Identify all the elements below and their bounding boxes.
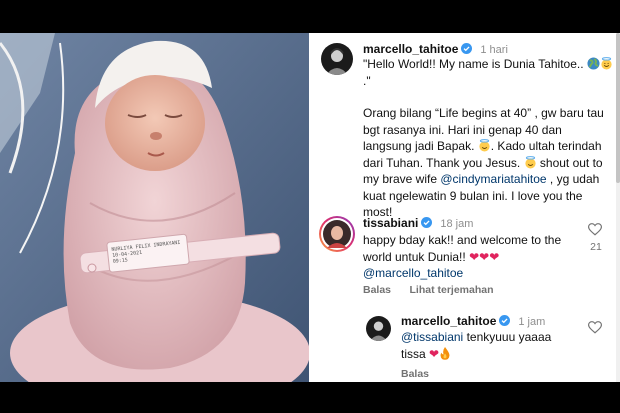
newborn-baby-illustration: [0, 33, 309, 382]
comment-2-username[interactable]: marcello_tahitoe: [401, 314, 496, 328]
comment-1-actions: Balas Lihat terjemahan: [363, 280, 494, 298]
comment-2-text: @tissabiani tenkyuuu yaaaa tissa ❤: [401, 329, 571, 362]
avatar-marcello[interactable]: [321, 43, 353, 75]
caption-quote-text: "Hello World!! My name is Dunia Tahitoe.…: [363, 57, 584, 71]
halo-smile-emoji-icon: [524, 155, 536, 169]
post-viewer: NURLIYA FELIX INDRAYANI 10-04-2021 09:15…: [0, 33, 620, 382]
comment-1-time: 18 jam: [440, 218, 474, 230]
comment-1-reply-button[interactable]: Balas: [363, 284, 391, 296]
post-photo[interactable]: NURLIYA FELIX INDRAYANI 10-04-2021 09:15: [0, 33, 309, 382]
comments-panel: marcello_tahitoe 1 hari "Hello World!! My…: [309, 33, 620, 382]
red-heart-emoji-icon: ❤: [429, 346, 440, 361]
comment-2-header: marcello_tahitoe 1 jam: [401, 312, 545, 330]
caption-quote-end: .": [363, 73, 371, 88]
scrollbar-thumb[interactable]: [616, 33, 620, 183]
comment-1-translate-button[interactable]: Lihat terjemahan: [409, 284, 493, 296]
comment-2-time: 1 jam: [518, 316, 546, 328]
comment-2-mention-link[interactable]: @tissabiani: [401, 330, 463, 344]
verified-icon: [421, 217, 433, 228]
post-username[interactable]: marcello_tahitoe: [363, 42, 458, 56]
avatar-marcello-reply[interactable]: [366, 316, 391, 341]
post-caption: "Hello World!! My name is Dunia Tahitoe.…: [363, 56, 613, 221]
person-avatar-icon: [323, 220, 351, 248]
post-time: 1 hari: [480, 44, 508, 56]
comment-1-text: happy bday kak!! and welcome to the worl…: [363, 232, 573, 282]
halo-smile-emoji-icon: [479, 139, 490, 152]
halo-smile-emoji-icon: [601, 57, 612, 70]
avatar-tissabiani[interactable]: [319, 216, 355, 252]
comment-1-mention-link[interactable]: @marcello_tahitoe: [363, 266, 463, 280]
comment-1-header: tissabiani 18 jam: [363, 214, 473, 232]
caption-body: Orang bilang “Life begins at 40” , gw ba…: [363, 105, 613, 221]
heart-outline-icon[interactable]: [588, 321, 602, 334]
person-avatar-icon: [369, 321, 388, 341]
heart-outline-icon[interactable]: [588, 223, 602, 236]
comment-2-reply-button[interactable]: Balas: [401, 368, 429, 380]
comment-1-like-count: 21: [590, 241, 602, 253]
comment-1-body: happy bday kak!! and welcome to the worl…: [363, 233, 562, 264]
red-heart-emoji-icon: ❤❤❤: [469, 249, 500, 264]
caption-mention-link[interactable]: @cindymariatahitoe: [440, 172, 546, 186]
verified-icon: [461, 43, 473, 54]
caption-quote: "Hello World!! My name is Dunia Tahitoe.…: [363, 56, 613, 89]
fire-emoji-icon: [440, 346, 450, 360]
comment-2-actions: Balas: [401, 364, 429, 382]
comment-1-username[interactable]: tissabiani: [363, 216, 418, 230]
verified-icon: [499, 315, 511, 326]
globe-emoji-icon: [587, 57, 600, 70]
person-avatar-icon: [326, 48, 348, 75]
scrollbar[interactable]: [616, 33, 620, 382]
